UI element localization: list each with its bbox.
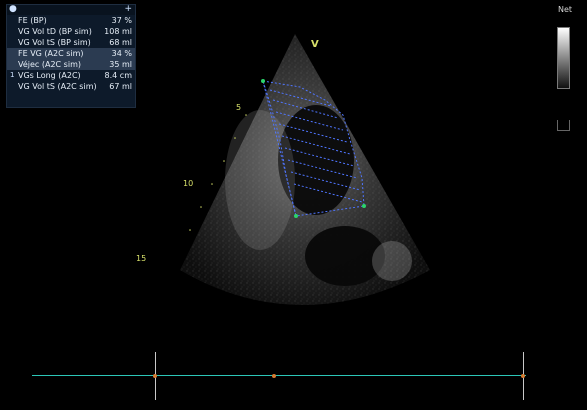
measurement-row[interactable]: 1 VGs Long (A2C) 8.4 cm (7, 70, 135, 81)
measurement-value: 68 ml (109, 38, 132, 47)
measurement-row-selected[interactable]: FE VG (A2C sim) 34 % (7, 48, 135, 59)
measurement-row[interactable]: VG Vol tD (BP sim) 108 ml (7, 26, 135, 37)
timeline-dot-current[interactable] (272, 374, 276, 378)
ultrasound-screen: ● + FE (BP) 37 % VG Vol tD (BP sim) 108 … (0, 0, 587, 406)
measurement-label: VG Vol tS (A2C sim) (18, 82, 97, 91)
measurement-value: 8.4 cm (104, 71, 132, 80)
measurement-panel-header (7, 5, 135, 15)
panel-toggle-icon[interactable]: ● (9, 4, 17, 14)
measurement-panel: ● + FE (BP) 37 % VG Vol tD (BP sim) 108 … (6, 4, 136, 108)
grayscale-bar-bracket (557, 120, 570, 131)
measurement-row-selected[interactable]: Véjec (A2C sim) 35 ml (7, 59, 135, 70)
measurement-value: 35 ml (109, 60, 132, 69)
depth-tick-label: 5 (236, 103, 242, 112)
add-measurement-icon[interactable]: + (124, 4, 132, 14)
depth-tick-label: 10 (183, 179, 194, 188)
measurement-label: Véjec (A2C sim) (18, 60, 81, 69)
timeline-dot-end[interactable] (521, 374, 525, 378)
measurement-row[interactable]: FE (BP) 37 % (7, 15, 135, 26)
measurement-value: 108 ml (104, 27, 132, 36)
measurement-row[interactable]: VG Vol tS (BP sim) 68 ml (7, 37, 135, 48)
timeline-track[interactable] (32, 375, 526, 376)
grayscale-bar (557, 27, 570, 89)
measurement-label: VGs Long (A2C) (18, 71, 81, 80)
measurement-value: 34 % (111, 49, 132, 58)
measurement-value: 37 % (111, 16, 132, 25)
measurement-row[interactable]: VG Vol tS (A2C sim) 67 ml (7, 81, 135, 92)
measurement-value: 67 ml (109, 82, 132, 91)
orientation-marker: V (311, 39, 319, 50)
measurement-label: FE VG (A2C sim) (18, 49, 84, 58)
timeline-dot-start[interactable] (153, 374, 157, 378)
measurement-rows: FE (BP) 37 % VG Vol tD (BP sim) 108 ml V… (7, 15, 135, 92)
measurement-label: VG Vol tD (BP sim) (18, 27, 92, 36)
measurement-label: FE (BP) (18, 16, 47, 25)
depth-tick-label: 15 (136, 254, 147, 263)
measurement-label: VG Vol tS (BP sim) (18, 38, 91, 47)
net-label: Net (557, 5, 572, 14)
measurement-bullet: 1 (10, 71, 15, 79)
